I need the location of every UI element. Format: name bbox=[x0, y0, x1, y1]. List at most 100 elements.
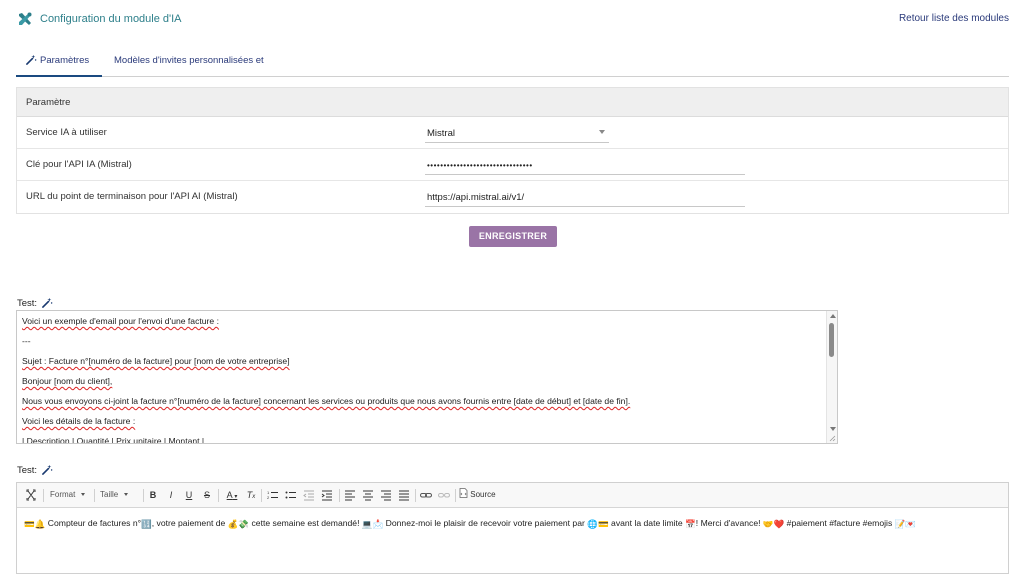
credit-card-emoji: 💳 bbox=[597, 519, 609, 529]
param-row-service: Service IA à utiliser Mistral bbox=[17, 117, 1008, 149]
heart-emoji: ❤️ bbox=[773, 519, 785, 529]
test-textarea[interactable]: Voici un exemple d'email pour l'envoi d'… bbox=[16, 310, 838, 444]
tab-label: Modèles d'invites personnalisées et bbox=[114, 55, 264, 66]
bullet-list-icon[interactable] bbox=[284, 487, 298, 503]
magic-wand-icon[interactable] bbox=[42, 297, 53, 308]
ai-service-select[interactable]: Mistral bbox=[425, 124, 609, 143]
toolbar-separator bbox=[43, 489, 44, 502]
rich-text-editor: Format Taille B I U S A ▾ Tx 12 Source 💳… bbox=[16, 482, 1009, 574]
unlink-icon[interactable] bbox=[437, 487, 451, 503]
scrollbar-thumb[interactable] bbox=[829, 323, 834, 357]
format-dropdown[interactable]: Format bbox=[50, 487, 90, 503]
toolbar-separator bbox=[339, 489, 340, 502]
chevron-down-icon bbox=[124, 493, 129, 496]
textarea-line: Voici un exemple d'email pour l'envoi d'… bbox=[22, 316, 219, 326]
source-label: Source bbox=[470, 490, 496, 499]
text-color-button[interactable]: A ▾ bbox=[222, 487, 242, 503]
calendar-emoji: 📅 bbox=[685, 519, 696, 529]
tab-parametres[interactable]: Paramètres bbox=[16, 47, 102, 77]
clear-format-button[interactable]: Tx bbox=[245, 487, 257, 503]
editor-text: avant la date limite bbox=[608, 518, 686, 528]
editor-text: Donnez-moi le plaisir de recevoir votre … bbox=[383, 518, 588, 528]
toolbar-separator bbox=[455, 489, 456, 502]
select-value: Mistral bbox=[427, 128, 455, 139]
envelope-emoji: 📩 bbox=[372, 519, 384, 529]
size-label: Taille bbox=[100, 490, 119, 499]
indent-icon[interactable] bbox=[320, 487, 334, 503]
love-letter-emoji: 💌 bbox=[905, 519, 917, 529]
magic-wand-icon bbox=[26, 54, 37, 65]
back-to-modules-link[interactable]: Retour liste des modules bbox=[899, 13, 1009, 24]
api-key-field[interactable]: •••••••••••••••••••••••••••••••• bbox=[425, 156, 745, 175]
save-button[interactable]: ENREGISTRER bbox=[469, 226, 557, 247]
align-center-icon[interactable] bbox=[361, 487, 375, 503]
align-justify-icon[interactable] bbox=[397, 487, 411, 503]
laptop-emoji: 💻 bbox=[361, 519, 373, 529]
parameters-heading: Paramètre bbox=[17, 88, 1008, 117]
endpoint-url-field[interactable]: https://api.mistral.ai/v1/ bbox=[425, 188, 745, 207]
editor-text: ! Merci d'avance! bbox=[695, 518, 763, 528]
editor-toolbar: Format Taille B I U S A ▾ Tx 12 Source bbox=[17, 483, 1008, 508]
globe-emoji: 🌐 bbox=[587, 519, 598, 529]
test-label-text: Test: bbox=[17, 298, 38, 309]
textarea-scrollbar[interactable] bbox=[826, 311, 837, 443]
textarea-line: Voici les détails de la facture : bbox=[22, 416, 136, 426]
numbered-list-icon[interactable]: 12 bbox=[266, 487, 280, 503]
toolbar-separator bbox=[261, 489, 262, 502]
underline-button[interactable]: U bbox=[183, 487, 195, 503]
editor-content[interactable]: 💳🔔 Compteur de factures n°🔢, votre paiem… bbox=[24, 518, 999, 530]
textarea-line: | Description | Quantité | Prix unitaire… bbox=[22, 436, 205, 444]
chevron-down-icon bbox=[81, 493, 86, 496]
param-label: URL du point de terminaison pour l'API A… bbox=[26, 191, 238, 202]
toolbar-separator bbox=[143, 489, 144, 502]
param-label: Clé pour l'API IA (Mistral) bbox=[26, 159, 132, 170]
magic-wand-icon[interactable] bbox=[42, 464, 53, 475]
fullscreen-icon[interactable] bbox=[24, 487, 38, 503]
param-row-api-key: Clé pour l'API IA (Mistral) ••••••••••••… bbox=[17, 149, 1008, 181]
money-bag-emoji: 💰 bbox=[227, 519, 239, 529]
textarea-content: Voici un exemple d'email pour l'envoi d'… bbox=[22, 316, 822, 444]
handshake-emoji: 🤝 bbox=[762, 519, 774, 529]
size-dropdown[interactable]: Taille bbox=[100, 487, 140, 503]
italic-button[interactable]: I bbox=[165, 487, 177, 503]
toolbar-separator bbox=[218, 489, 219, 502]
outdent-icon[interactable] bbox=[302, 487, 316, 503]
strikethrough-button[interactable]: S bbox=[201, 487, 213, 503]
align-right-icon[interactable] bbox=[379, 487, 393, 503]
source-icon bbox=[459, 488, 468, 498]
numbers-emoji: 🔢 bbox=[141, 519, 152, 529]
editor-text: Compteur de factures n° bbox=[45, 518, 142, 528]
page-title: Configuration du module d'IA bbox=[40, 13, 182, 25]
test-label: Test: bbox=[17, 297, 53, 309]
align-left-icon[interactable] bbox=[343, 487, 357, 503]
memo-emoji: 📝 bbox=[894, 519, 906, 529]
bell-emoji: 🔔 bbox=[34, 519, 46, 529]
textarea-line: Sujet : Facture n°[numéro de la facture]… bbox=[22, 356, 290, 366]
money-wings-emoji: 💸 bbox=[238, 519, 250, 529]
link-icon[interactable] bbox=[419, 487, 433, 503]
editor-text: , votre paiement de bbox=[151, 518, 228, 528]
scroll-down-icon[interactable] bbox=[830, 427, 836, 431]
toolbar-separator bbox=[94, 489, 95, 502]
test-label: Test: bbox=[17, 464, 53, 476]
textarea-line: Nous vous envoyons ci-joint la facture n… bbox=[22, 396, 631, 406]
resize-grip-icon[interactable] bbox=[828, 434, 836, 442]
tools-icon bbox=[19, 12, 32, 25]
format-label: Format bbox=[50, 490, 76, 499]
top-bar: Configuration du module d'IA Retour list… bbox=[0, 0, 1024, 40]
chevron-down-icon bbox=[599, 130, 605, 134]
editor-text: #paiement #facture #emojis bbox=[784, 518, 895, 528]
bold-button[interactable]: B bbox=[147, 487, 159, 503]
textarea-line: --- bbox=[22, 336, 31, 346]
test-label-text: Test: bbox=[17, 465, 38, 476]
param-row-endpoint: URL du point de terminaison pour l'API A… bbox=[17, 181, 1008, 213]
svg-text:2: 2 bbox=[267, 495, 270, 500]
source-button[interactable]: Source bbox=[459, 487, 499, 503]
parameters-table: Paramètre Service IA à utiliser Mistral … bbox=[16, 87, 1009, 214]
tab-custom-prompts[interactable]: Modèles d'invites personnalisées et bbox=[106, 47, 264, 77]
credit-card-emoji: 💳 bbox=[24, 519, 35, 529]
tab-label: Paramètres bbox=[40, 55, 90, 66]
tab-bar: Paramètres Modèles d'invites personnalis… bbox=[16, 47, 1009, 77]
textarea-line: Bonjour [nom du client], bbox=[22, 376, 113, 386]
scroll-up-icon[interactable] bbox=[830, 314, 836, 318]
